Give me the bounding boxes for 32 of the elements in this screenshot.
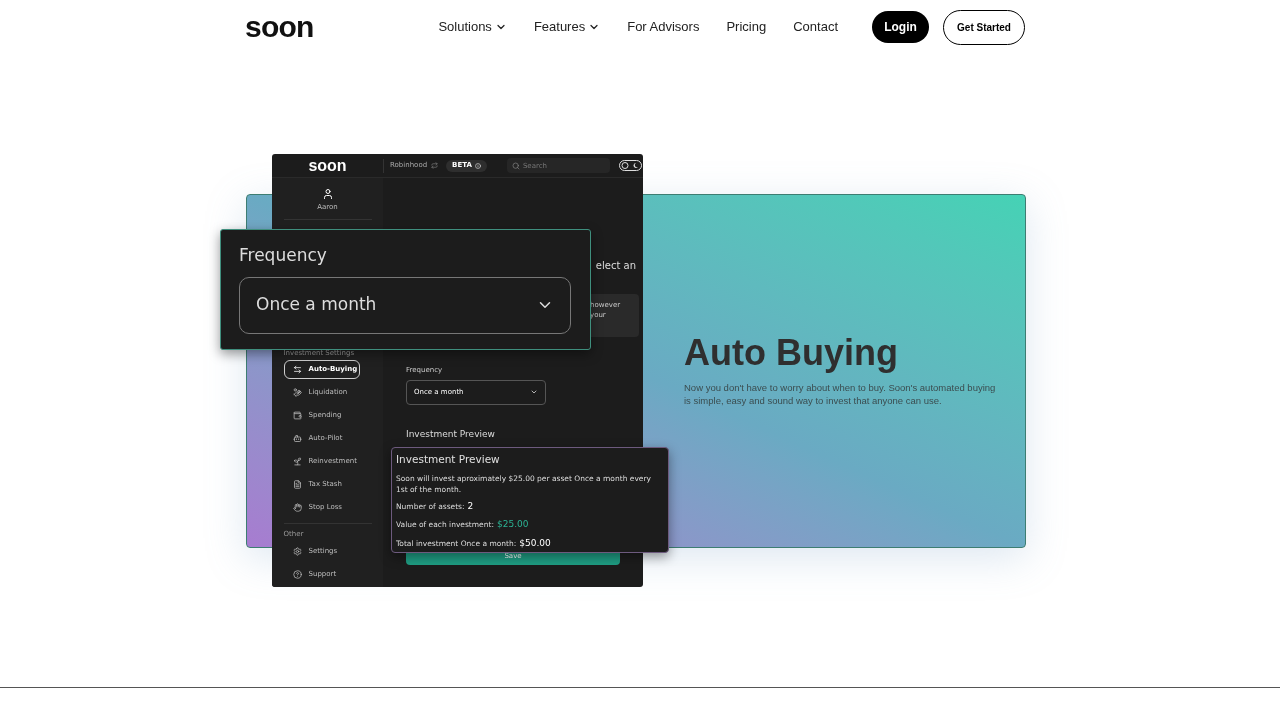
logo[interactable]: soon (245, 12, 314, 42)
nav-link[interactable]: Solutions (438, 17, 507, 37)
nav-link[interactable]: Features (533, 17, 601, 37)
chevron-down-icon (530, 388, 538, 396)
robot-icon (292, 434, 302, 443)
info-icon (474, 162, 481, 169)
hero-title: Auto Buying (684, 335, 899, 371)
document-icon (292, 480, 302, 489)
sprout-icon (292, 457, 302, 466)
hand-coins-icon (292, 388, 302, 397)
theme-toggle-icon[interactable] (618, 160, 642, 171)
arrows-icon (292, 365, 302, 374)
nav-link[interactable]: Contact (793, 17, 838, 37)
settings-icon (292, 546, 302, 556)
search-icon (511, 161, 520, 170)
wallet-icon (292, 411, 302, 420)
nav-link[interactable]: For Advisors (627, 17, 700, 37)
hero-description: Now you don't have to worry about when to buy. Soon's automated buying is simple, easy and sound way to invest that anyone can use. (684, 381, 997, 407)
popup-title: Investment Preview (396, 452, 501, 467)
help-icon (292, 569, 302, 579)
section-title: Investment Preview (406, 427, 496, 441)
popup-label: Frequency (239, 244, 328, 267)
preview-value: $25.00 (496, 518, 529, 532)
preview-value: 2 (467, 499, 474, 513)
intro-text: elect an (595, 259, 636, 273)
hand-icon (292, 503, 302, 512)
switch-icon[interactable] (431, 162, 439, 169)
user-icon[interactable] (321, 188, 334, 200)
login-button[interactable]: Login (872, 11, 929, 43)
frequency-select[interactable]: Once a month (239, 276, 571, 334)
nav-link[interactable]: Pricing (726, 17, 767, 37)
app-logo[interactable]: soon (308, 157, 347, 174)
